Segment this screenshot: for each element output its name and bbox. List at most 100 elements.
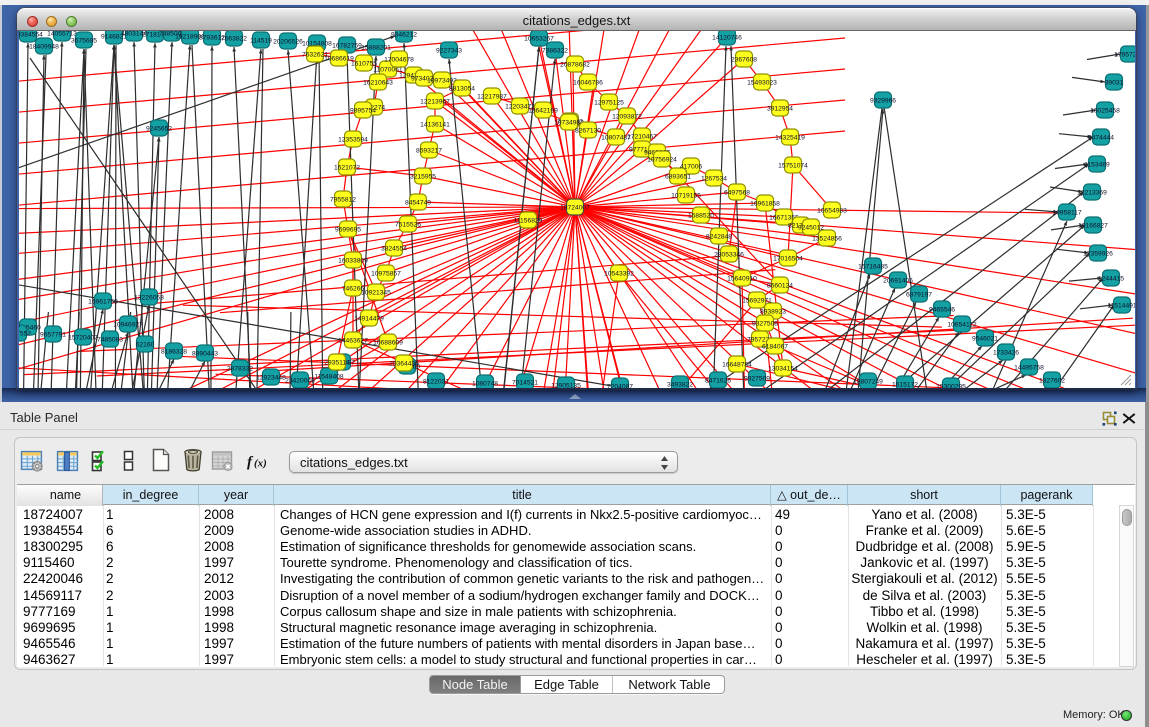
svg-text:14120746: 14120746 <box>712 34 742 41</box>
svg-text:18807249: 18807249 <box>853 378 883 385</box>
svg-text:16961758: 16961758 <box>88 298 118 305</box>
svg-text:f: f <box>247 455 254 471</box>
svg-text:8938923: 8938923 <box>760 308 786 315</box>
svg-text:12975125: 12975125 <box>594 99 624 106</box>
svg-text:10921345: 10921345 <box>361 289 391 296</box>
svg-text:10654983: 10654983 <box>817 207 847 214</box>
svg-text:10946927: 10946927 <box>113 321 143 328</box>
svg-text:7204087: 7204087 <box>607 383 633 388</box>
svg-text:9346212: 9346212 <box>391 31 417 38</box>
svg-text:15716485: 15716485 <box>858 263 888 270</box>
svg-text:3912954: 3912954 <box>767 105 793 112</box>
svg-text:14136141: 14136141 <box>420 121 450 128</box>
svg-text:1615172: 1615172 <box>892 381 918 388</box>
svg-text:(x): (x) <box>254 458 267 470</box>
svg-text:8267130: 8267130 <box>575 127 601 134</box>
svg-text:15751074: 15751074 <box>778 162 808 169</box>
svg-text:7014521: 7014521 <box>512 379 538 386</box>
svg-text:10688609: 10688609 <box>373 339 403 346</box>
svg-text:3493822: 3493822 <box>667 381 693 388</box>
svg-text:10654112: 10654112 <box>947 321 977 328</box>
svg-text:8660124: 8660124 <box>767 282 793 289</box>
svg-text:1588520: 1588520 <box>688 212 714 219</box>
svg-text:9327508: 9327508 <box>752 320 778 327</box>
svg-text:8122031: 8122031 <box>423 378 449 385</box>
svg-text:15720407: 15720407 <box>68 334 98 341</box>
svg-text:19384554: 19384554 <box>19 31 43 38</box>
svg-text:1327602: 1327602 <box>1039 377 1065 384</box>
svg-text:11156829: 11156829 <box>514 217 543 224</box>
svg-text:17359926: 17359926 <box>1083 250 1113 257</box>
svg-text:16961858: 16961858 <box>750 200 780 207</box>
svg-text:7386322: 7386322 <box>542 47 568 54</box>
svg-text:19166827: 19166827 <box>1078 222 1108 229</box>
svg-text:9465546: 9465546 <box>929 306 955 313</box>
svg-text:8990443: 8990443 <box>192 350 218 357</box>
svg-text:8186328: 8186328 <box>161 348 187 355</box>
svg-text:7955812: 7955812 <box>330 196 356 203</box>
svg-text:7515526: 7515526 <box>395 221 421 228</box>
svg-text:17004678: 17004678 <box>384 56 414 63</box>
svg-text:15888201: 15888201 <box>361 44 391 51</box>
svg-text:6497568: 6497568 <box>724 189 750 196</box>
svg-text:8427552: 8427552 <box>19 330 31 337</box>
svg-text:28053346: 28053346 <box>714 251 744 258</box>
svg-text:6184067: 6184067 <box>762 343 788 350</box>
svg-text:12923448: 12923448 <box>256 374 286 381</box>
svg-text:16648784: 16648784 <box>722 361 752 368</box>
svg-text:13226058: 13226058 <box>134 294 164 301</box>
svg-text:17210467: 17210467 <box>627 133 657 140</box>
svg-text:16046786: 16046786 <box>573 79 603 86</box>
svg-text:15300295: 15300295 <box>936 383 966 388</box>
svg-text:39031: 39031 <box>1105 79 1124 86</box>
svg-text:17016504: 17016504 <box>773 255 803 262</box>
svg-text:8471626: 8471626 <box>705 377 731 384</box>
svg-text:62160: 62160 <box>136 341 155 348</box>
svg-text:10973493: 10973493 <box>427 77 457 84</box>
svg-text:3824554: 3824554 <box>381 245 407 252</box>
svg-text:12213369: 12213369 <box>1077 189 1107 196</box>
svg-text:8813054: 8813054 <box>449 85 475 92</box>
svg-text:20691406: 20691406 <box>883 277 913 284</box>
svg-text:8454749: 8454749 <box>405 199 431 206</box>
svg-text:10543392: 10543392 <box>604 270 634 277</box>
svg-text:13524856: 13524856 <box>812 235 842 242</box>
svg-text:20206526: 20206526 <box>273 38 303 45</box>
svg-text:9927509: 9927509 <box>744 375 770 382</box>
svg-text:3878332: 3878332 <box>227 365 253 372</box>
svg-text:12905135: 12905135 <box>551 382 581 388</box>
svg-text:15493023: 15493023 <box>747 79 777 86</box>
svg-text:10686619: 10686619 <box>324 55 354 62</box>
svg-text:3215955: 3215955 <box>410 173 436 180</box>
svg-text:9245652: 9245652 <box>146 125 172 132</box>
svg-text:11548408: 11548408 <box>314 373 344 380</box>
svg-text:114519: 114519 <box>250 37 272 44</box>
svg-text:20878682: 20878682 <box>560 61 590 68</box>
svg-text:1621072: 1621072 <box>334 164 360 171</box>
svg-text:16033809: 16033809 <box>338 257 368 264</box>
svg-text:2935114: 2935114 <box>324 359 350 366</box>
svg-text:9895754: 9895754 <box>350 107 376 114</box>
svg-text:14463627: 14463627 <box>338 337 368 344</box>
svg-text:9227343: 9227343 <box>436 47 462 54</box>
svg-text:15640910: 15640910 <box>727 275 757 282</box>
svg-text:9329966: 9329966 <box>870 97 896 104</box>
svg-text:12353594: 12353594 <box>338 136 368 143</box>
svg-text:18409948: 18409948 <box>29 43 59 50</box>
svg-text:6893651: 6893651 <box>665 173 691 180</box>
svg-text:18724007: 18724007 <box>560 204 590 211</box>
svg-text:12093872: 12093872 <box>612 113 642 120</box>
svg-text:1267534: 1267534 <box>701 175 727 182</box>
svg-text:9699695: 9699695 <box>335 226 361 233</box>
svg-text:3675685: 3675685 <box>71 37 97 44</box>
svg-text:16782759: 16782759 <box>332 42 362 49</box>
svg-text:11514491: 11514491 <box>1107 302 1135 309</box>
svg-text:10653267: 10653267 <box>524 35 554 42</box>
svg-text:9474444: 9474444 <box>1088 134 1114 141</box>
svg-text:17957225: 17957225 <box>1114 51 1135 58</box>
svg-text:10719155: 10719155 <box>671 192 701 199</box>
svg-text:13034154: 13034154 <box>768 365 798 372</box>
svg-text:1244415: 1244415 <box>1098 275 1124 282</box>
svg-text:14325419: 14325419 <box>775 134 805 141</box>
svg-text:7485083: 7485083 <box>97 336 123 343</box>
